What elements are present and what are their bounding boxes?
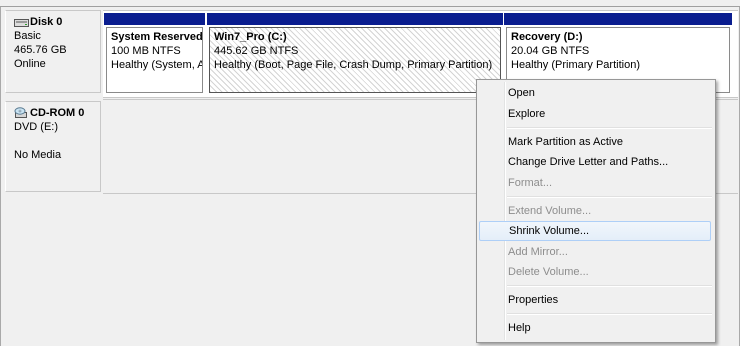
- partition-name: System Reserved: [111, 31, 203, 43]
- partition-system-reserved[interactable]: System Reserved 100 MB NTFS Healthy (Sys…: [104, 13, 205, 95]
- menu-separator: [507, 285, 712, 287]
- menu-item-extend-volume[interactable]: Extend Volume...: [479, 201, 711, 221]
- menu-separator: [507, 313, 712, 315]
- partition-size: 445.62 GB NTFS: [214, 45, 299, 57]
- menu-item-add-mirror[interactable]: Add Mirror...: [479, 242, 711, 262]
- partition-bar: [207, 13, 503, 25]
- partition-name: Recovery (D:): [511, 31, 583, 43]
- partition-bar: [104, 13, 205, 25]
- partition-size: 100 MB NTFS: [111, 45, 181, 57]
- partition-size: 20.04 GB NTFS: [511, 45, 590, 57]
- menu-item-help[interactable]: Help: [479, 318, 711, 338]
- menu-item-delete-volume[interactable]: Delete Volume...: [479, 262, 711, 282]
- partition-body: System Reserved 100 MB NTFS Healthy (Sys…: [106, 27, 203, 93]
- cdrom-0-type: DVD (E:): [14, 121, 58, 133]
- partition-body-selected: Win7_Pro (C:) 445.62 GB NTFS Healthy (Bo…: [209, 27, 501, 93]
- menu-separator: [507, 196, 712, 198]
- menu-separator: [507, 127, 712, 129]
- partition-bar: [504, 13, 732, 25]
- menu-item-open[interactable]: Open: [479, 83, 711, 103]
- menu-item-change-drive-letter[interactable]: Change Drive Letter and Paths...: [479, 152, 711, 172]
- disk-0-title-row: Disk 0: [14, 15, 100, 29]
- menu-item-explore[interactable]: Explore: [479, 104, 711, 124]
- partition-status: Healthy (Boot, Page File, Crash Dump, Pr…: [214, 59, 493, 71]
- pane-top-divider: [0, 0, 740, 7]
- partition-status: Healthy (System, A: [111, 59, 203, 71]
- context-menu: Open Explore Mark Partition as Active Ch…: [476, 79, 716, 343]
- menu-item-shrink-volume[interactable]: Shrink Volume...: [479, 221, 711, 241]
- cdrom-0-title-row: CD-ROM 0: [14, 106, 100, 120]
- cdrom-0-label[interactable]: CD-ROM 0 DVD (E:) No Media: [5, 101, 101, 192]
- disk-0-label[interactable]: Disk 0 Basic 465.76 GB Online: [5, 10, 101, 93]
- disk-0-status: Online: [14, 58, 46, 70]
- disk-0-title: Disk 0: [30, 16, 63, 28]
- partition-win7-pro[interactable]: Win7_Pro (C:) 445.62 GB NTFS Healthy (Bo…: [207, 13, 503, 95]
- cdrom-0-media: No Media: [14, 149, 62, 161]
- menu-item-format[interactable]: Format...: [479, 173, 711, 193]
- menu-item-properties[interactable]: Properties: [479, 290, 711, 310]
- menu-item-mark-active[interactable]: Mark Partition as Active: [479, 132, 711, 152]
- partition-status: Healthy (Primary Partition): [511, 59, 640, 71]
- disk-0-type: Basic: [14, 30, 41, 42]
- partition-name: Win7_Pro (C:): [214, 31, 287, 43]
- cdrom-0-title: CD-ROM 0: [30, 107, 85, 119]
- cd-drive-icon: [14, 107, 28, 119]
- hard-disk-icon: [14, 17, 29, 27]
- disk-0-size: 465.76 GB: [14, 44, 67, 56]
